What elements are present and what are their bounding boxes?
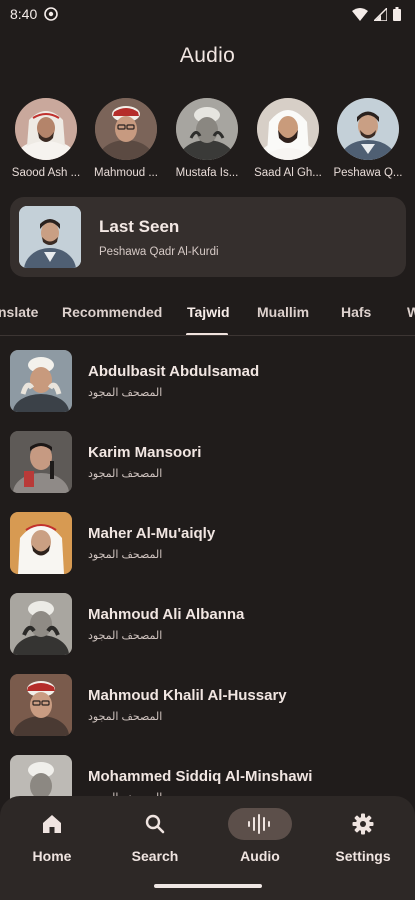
- reciter-item[interactable]: Mahmoud ...: [86, 98, 166, 179]
- cell-signal-icon: [374, 7, 387, 21]
- reciter-name: Peshawa Q...: [333, 167, 403, 179]
- reciter-photo: [10, 593, 72, 655]
- audio-wave-icon: [248, 814, 270, 834]
- notification-icon: [44, 7, 59, 21]
- nav-home-label: Home: [32, 848, 72, 864]
- list-item[interactable]: Mohammed Siddiq Al-Minshawi المصحف المجو…: [0, 748, 415, 803]
- reciter-photo: [10, 512, 72, 574]
- nav-audio[interactable]: Audio: [210, 808, 310, 864]
- battery-icon: [393, 7, 401, 21]
- list-item-subtitle: المصحف المجود: [88, 630, 163, 642]
- reciters-carousel[interactable]: Saood Ash ... Mahmoud ... Mustafa Is... …: [0, 98, 415, 188]
- list-item-name: Mohammed Siddiq Al-Minshawi: [88, 768, 313, 785]
- page-title: Audio: [179, 44, 236, 67]
- reciter-item[interactable]: Mustafa Is...: [167, 98, 247, 179]
- nav-audio-label: Audio: [240, 848, 280, 864]
- reciter-avatar[interactable]: [15, 98, 77, 160]
- list-item-name: Mahmoud Ali Albanna: [88, 606, 245, 623]
- nav-search[interactable]: Search: [105, 808, 205, 864]
- reciter-avatar[interactable]: [257, 98, 319, 160]
- list-item-name: Maher Al-Mu'aiqly: [88, 525, 216, 542]
- last-seen-reciter: Peshawa Qadr Al-Kurdi: [99, 245, 219, 258]
- reciter-name: Saad Al Gh...: [254, 167, 322, 179]
- list-item[interactable]: Mahmoud Khalil Al-Hussary المصحف المجود: [0, 667, 415, 743]
- wifi-icon: [352, 7, 368, 21]
- list-item-name: Karim Mansoori: [88, 444, 202, 461]
- tab-recommended[interactable]: Recommended: [62, 304, 162, 320]
- reciter-avatar[interactable]: [337, 98, 399, 160]
- tab-muallim[interactable]: Muallim: [257, 304, 309, 320]
- nav-settings-label: Settings: [335, 848, 391, 864]
- settings-icon: [352, 813, 374, 835]
- active-tab-indicator: [186, 333, 228, 335]
- list-item-name: Mahmoud Khalil Al-Hussary: [88, 687, 287, 704]
- home-gesture-bar[interactable]: [154, 884, 262, 888]
- list-item[interactable]: Maher Al-Mu'aiqly المصحف المجود: [0, 505, 415, 581]
- list-item[interactable]: Abdulbasit Abdulsamad المصحف المجود: [0, 343, 415, 419]
- reciter-photo: [10, 431, 72, 493]
- nav-home[interactable]: Home: [2, 808, 102, 864]
- list-item-subtitle: المصحف المجود: [88, 468, 163, 480]
- reciter-name: Saood Ash ...: [11, 167, 81, 179]
- tab-tajwid[interactable]: Tajwid: [187, 304, 230, 320]
- list-item-subtitle: المصحف المجود: [88, 711, 163, 723]
- reciter-name: Mahmoud ...: [94, 167, 158, 179]
- tab-hafs[interactable]: Hafs: [341, 304, 371, 320]
- category-tabs[interactable]: nslate Recommended Tajwid Muallim Hafs W: [0, 296, 415, 336]
- last-seen-title: Last Seen: [99, 216, 180, 236]
- reciter-photo: [10, 350, 72, 412]
- reciter-item[interactable]: Peshawa Q...: [328, 98, 408, 179]
- last-seen-card[interactable]: Last Seen Peshawa Qadr Al-Kurdi: [10, 197, 406, 277]
- nav-settings[interactable]: Settings: [313, 808, 413, 864]
- tab-translate[interactable]: nslate: [0, 304, 38, 320]
- list-item-name: Abdulbasit Abdulsamad: [88, 363, 260, 380]
- list-item-subtitle: المصحف المجود: [88, 387, 163, 399]
- home-icon: [43, 815, 61, 833]
- status-bar: 8:40: [0, 0, 415, 28]
- reciter-item[interactable]: Saad Al Gh...: [248, 98, 328, 179]
- list-item[interactable]: Karim Mansoori المصحف المجود: [0, 424, 415, 500]
- nav-active-pill: [228, 808, 292, 840]
- search-icon: [145, 814, 165, 834]
- list-item-subtitle: المصحف المجود: [88, 549, 163, 561]
- reciter-list[interactable]: Abdulbasit Abdulsamad المصحف المجود Kari…: [0, 343, 415, 803]
- reciter-avatar[interactable]: [176, 98, 238, 160]
- reciter-item[interactable]: Saood Ash ...: [6, 98, 86, 179]
- reciter-name: Mustafa Is...: [175, 167, 239, 179]
- reciter-avatar[interactable]: [95, 98, 157, 160]
- last-seen-thumbnail: [19, 206, 81, 268]
- reciter-photo: [10, 674, 72, 736]
- status-time: 8:40: [10, 6, 38, 22]
- list-item[interactable]: Mahmoud Ali Albanna المصحف المجود: [0, 586, 415, 662]
- nav-search-label: Search: [131, 848, 179, 864]
- tab-w[interactable]: W: [407, 304, 415, 320]
